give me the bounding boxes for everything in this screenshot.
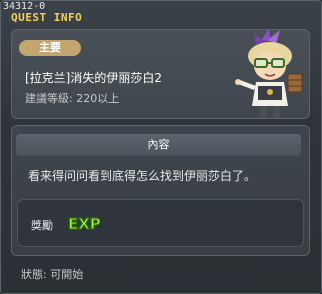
content-header: 內容 xyxy=(16,134,301,156)
window-title: QUEST INFO xyxy=(11,11,83,24)
npc-portrait-icon xyxy=(235,30,303,118)
quest-status: 狀態: 可開始 xyxy=(21,268,84,281)
quest-category-badge: 主要 xyxy=(19,40,81,56)
exp-reward-icon: EXP xyxy=(67,214,100,233)
exp-text: EXP xyxy=(68,215,100,233)
quest-name: [拉克兰]消失的伊丽莎白2 xyxy=(25,71,162,85)
quest-description: 看来得问问看到底得怎么找到伊丽莎白了。 xyxy=(28,169,257,183)
reward-label: 獎勵 xyxy=(31,219,53,232)
quest-level-requirement: 建議等級: 220以上 xyxy=(25,92,120,105)
reward-box xyxy=(17,199,304,247)
